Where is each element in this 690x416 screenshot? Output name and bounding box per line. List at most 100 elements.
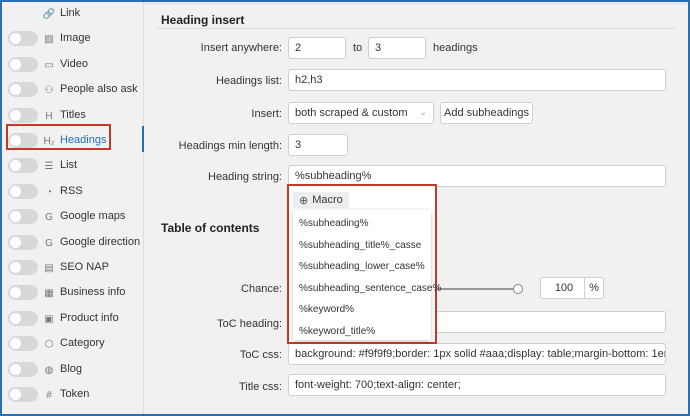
sidebar-item[interactable]: # Token	[2, 383, 144, 407]
active-indicator	[142, 126, 144, 152]
sidebar-item-label: Image	[60, 32, 91, 44]
sidebar-item[interactable]: ▣ Product info	[2, 307, 144, 331]
sidebar-item[interactable]: G Google maps	[2, 205, 144, 229]
sidebar-item-label: Category	[60, 337, 105, 349]
insert-label: Insert:	[251, 108, 282, 120]
sidebar-item[interactable]: ◍ Blog	[2, 358, 144, 382]
toggle-switch[interactable]	[8, 31, 38, 46]
sidebar-item[interactable]: 🔗 Link	[2, 2, 144, 26]
min-length-label: Headings min length:	[178, 140, 282, 152]
macro-button[interactable]: ⊕ Macro	[293, 192, 349, 208]
macro-item[interactable]: %subheading_title%_casse	[299, 240, 421, 251]
insert-anywhere-label: Insert anywhere:	[200, 42, 282, 54]
sidebar-item[interactable]: H₂ Headings	[2, 129, 144, 153]
sidebar-item[interactable]: ▭ Video	[2, 53, 144, 77]
product-icon: ▣	[44, 313, 54, 325]
video-icon: ▭	[44, 59, 54, 71]
toc-css-input[interactable]: background: #f9f9f9;border: 1px solid #a…	[288, 343, 666, 365]
macro-item[interactable]: %keyword%	[299, 304, 354, 315]
min-length-input[interactable]: 3	[288, 134, 348, 156]
sidebar-item[interactable]: ⬡ Category	[2, 332, 144, 356]
insert-to-input[interactable]: 3	[368, 37, 426, 59]
macro-button-label: Macro	[312, 194, 343, 206]
sidebar-item[interactable]: H Titles	[2, 104, 144, 128]
chance-slider-handle[interactable]	[513, 284, 523, 294]
hash-icon: #	[46, 389, 52, 401]
sidebar-item[interactable]: ⚇ People also ask	[2, 78, 144, 102]
chevron-down-icon: ⌄	[419, 107, 427, 117]
sidebar-item-label: List	[60, 159, 78, 171]
toggle-switch[interactable]	[8, 260, 38, 275]
google-icon: G	[45, 211, 53, 223]
sidebar-item[interactable]: G Google direction	[2, 231, 144, 255]
image-icon: ▨	[44, 33, 54, 45]
sidebar-item[interactable]: ▨ Image	[2, 27, 144, 51]
toggle-switch[interactable]	[8, 158, 38, 173]
people-icon: ⚇	[44, 84, 54, 96]
heading-insert-title: Heading insert	[161, 13, 245, 27]
toggle-switch[interactable]	[8, 108, 38, 123]
heading-icon: H₂	[43, 135, 55, 147]
top-divider	[145, 3, 688, 4]
toc-heading-label: ToC heading:	[217, 318, 282, 330]
toggle-switch[interactable]	[8, 387, 38, 402]
toggle-switch[interactable]	[8, 285, 38, 300]
sidebar-item[interactable]: ◔ RSS	[2, 180, 144, 204]
sidebar-item[interactable]: ☰ List	[2, 154, 144, 178]
category-icon: ⬡	[44, 338, 54, 350]
macro-list: %subheading% %subheading_title%_casse %sub…	[293, 210, 441, 340]
title-css-input[interactable]: font-weight: 700;text-align: center;	[288, 374, 666, 396]
macro-item[interactable]: %subheading_sentence_case%	[299, 283, 441, 294]
toggle-switch[interactable]	[8, 184, 38, 199]
sidebar-item-label: SEO NAP	[60, 261, 109, 273]
toc-title: Table of contents	[161, 221, 260, 235]
nap-icon: ▤	[44, 262, 54, 274]
sidebar-item-label: Titles	[60, 109, 86, 121]
toggle-switch[interactable]	[8, 362, 38, 377]
globe-icon: ◍	[44, 364, 54, 376]
toc-css-label: ToC css:	[239, 349, 282, 361]
titles-icon: H	[45, 110, 53, 122]
toggle-switch[interactable]	[8, 82, 38, 97]
chance-input[interactable]: 100	[540, 277, 588, 299]
sidebar-item-label: Product info	[60, 312, 119, 324]
sidebar: 🔗 Link ▨ Image ▭ Video ⚇ People also ask H Titles…	[2, 2, 144, 414]
headings-suffix: headings	[433, 42, 478, 54]
macro-item[interactable]: %subheading_lower_case%	[299, 261, 425, 272]
chance-label: Chance:	[241, 283, 282, 295]
sidebar-item-label: Video	[60, 58, 88, 70]
insert-select-value: both scraped & custom	[295, 107, 408, 119]
chance-unit: %	[584, 277, 604, 299]
insert-from-input[interactable]: 2	[288, 37, 346, 59]
toggle-switch[interactable]	[8, 336, 38, 351]
title-css-label: Title css:	[239, 381, 282, 393]
macro-item[interactable]: %keyword_title%	[299, 326, 375, 337]
headings-list-input[interactable]: h2,h3	[288, 69, 666, 91]
macro-item[interactable]: %subheading%	[299, 218, 369, 229]
sidebar-item-label: RSS	[60, 185, 83, 197]
to-label: to	[353, 42, 363, 54]
rss-icon: ◔	[45, 186, 53, 198]
sidebar-item-label: Google direction	[60, 236, 141, 248]
toggle-switch[interactable]	[8, 235, 38, 250]
toggle-switch[interactable]	[8, 311, 38, 326]
google-icon: G	[45, 237, 53, 249]
sidebar-item[interactable]: ▤ SEO NAP	[2, 256, 144, 280]
add-subheadings-button[interactable]: Add subheadings	[440, 102, 533, 124]
toggle-switch[interactable]	[8, 209, 38, 224]
sidebar-item-label: Token	[60, 388, 90, 400]
sidebar-item-label: Blog	[60, 363, 83, 375]
plus-circle-icon: ⊕	[299, 194, 309, 207]
sidebar-item-label: Headings	[60, 134, 107, 146]
insert-select[interactable]: both scraped & custom ⌄	[288, 102, 434, 124]
heading-string-label: Heading string:	[208, 171, 282, 183]
sidebar-item-label: Business info	[60, 286, 126, 298]
macro-popup: ⊕ Macro %subheading% %subheading_title%_c…	[287, 184, 441, 344]
section-divider	[157, 28, 675, 29]
toggle-switch[interactable]	[8, 57, 38, 72]
headings-list-label: Headings list:	[215, 75, 282, 87]
toggle-switch[interactable]	[8, 133, 38, 148]
business-icon: ▦	[44, 287, 54, 299]
sidebar-item[interactable]: ▦ Business info	[2, 281, 144, 305]
app-window: 🔗 Link ▨ Image ▭ Video ⚇ People also ask H Titles…	[2, 2, 688, 414]
